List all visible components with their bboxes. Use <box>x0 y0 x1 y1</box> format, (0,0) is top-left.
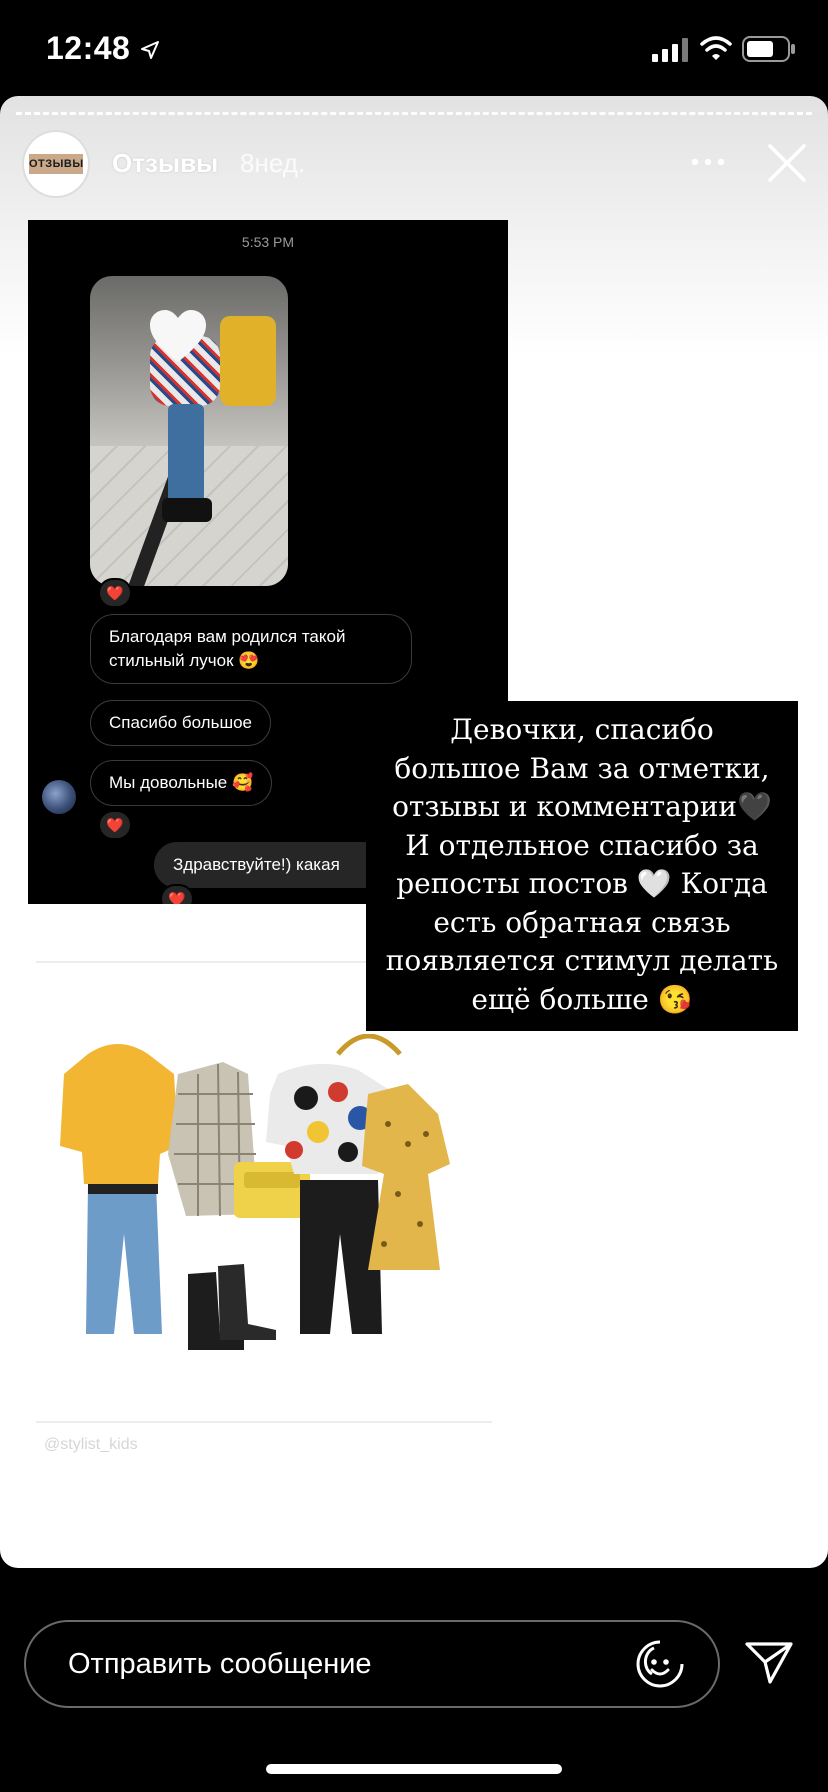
outfit-collage-image <box>60 1034 450 1350</box>
overlay-line: Девочки, спасибо <box>450 713 714 746</box>
shared-photo <box>90 276 288 586</box>
status-bar: 12:48 <box>0 0 828 96</box>
home-indicator[interactable] <box>266 1764 562 1774</box>
overlay-line: отзывы и комментарии🖤 <box>392 790 772 823</box>
sender-avatar <box>42 780 76 814</box>
more-horizontal-icon[interactable] <box>690 156 726 168</box>
message-bubble: Благодаря вам родился такой стильный луч… <box>90 614 412 684</box>
story-card[interactable]: ОТЗЫВЫ Отзывы 8нед. 5:53 PM ❤️ Благодаря… <box>0 96 828 1568</box>
send-message-input[interactable]: Отправить сообщение <box>24 1620 720 1708</box>
account-avatar[interactable]: ОТЗЫВЫ <box>24 132 88 196</box>
overlay-line: есть обратная связь <box>433 905 731 939</box>
battery-icon <box>742 36 795 62</box>
chat-timestamp: 5:53 PM <box>241 234 295 250</box>
status-time: 12:48 <box>46 30 131 66</box>
wifi-icon <box>700 36 732 60</box>
white-heart-icon <box>150 310 206 362</box>
location-arrow-icon <box>141 41 159 59</box>
collage-divider <box>36 1421 492 1423</box>
message-bubble: Спасибо большое <box>90 700 271 746</box>
avatar-label: ОТЗЫВЫ <box>29 154 83 174</box>
heart-reaction: ❤️ <box>98 810 132 840</box>
story-time-ago: 8нед. <box>240 148 306 178</box>
message-bubble: Мы довольные 🥰 <box>90 760 273 806</box>
overlay-line: появляется стимул делать <box>385 944 779 977</box>
story-text-overlay: Девочки, спасибо большое Вам за отметки,… <box>366 701 798 1031</box>
overlay-line: И отдельное спасибо за <box>405 828 759 862</box>
story-username[interactable]: Отзывы <box>112 148 218 179</box>
overlay-line: репосты постов 🤍 Когда <box>396 867 768 900</box>
overlay-line: большое Вам за отметки, <box>394 751 770 785</box>
close-icon[interactable] <box>766 142 808 184</box>
send-message-placeholder: Отправить сообщение <box>68 1648 372 1680</box>
send-icon[interactable] <box>744 1640 794 1686</box>
story-progress-bar <box>16 112 812 115</box>
sticker-emoji-icon[interactable] <box>634 1638 686 1690</box>
heart-reaction: ❤️ <box>98 578 132 608</box>
overlay-line: ещё больше 😘 <box>471 982 693 1016</box>
heart-reaction: ❤️ <box>160 884 194 904</box>
cellular-signal-icon <box>652 38 688 62</box>
collage-watermark: @stylist_kids <box>44 1436 138 1453</box>
